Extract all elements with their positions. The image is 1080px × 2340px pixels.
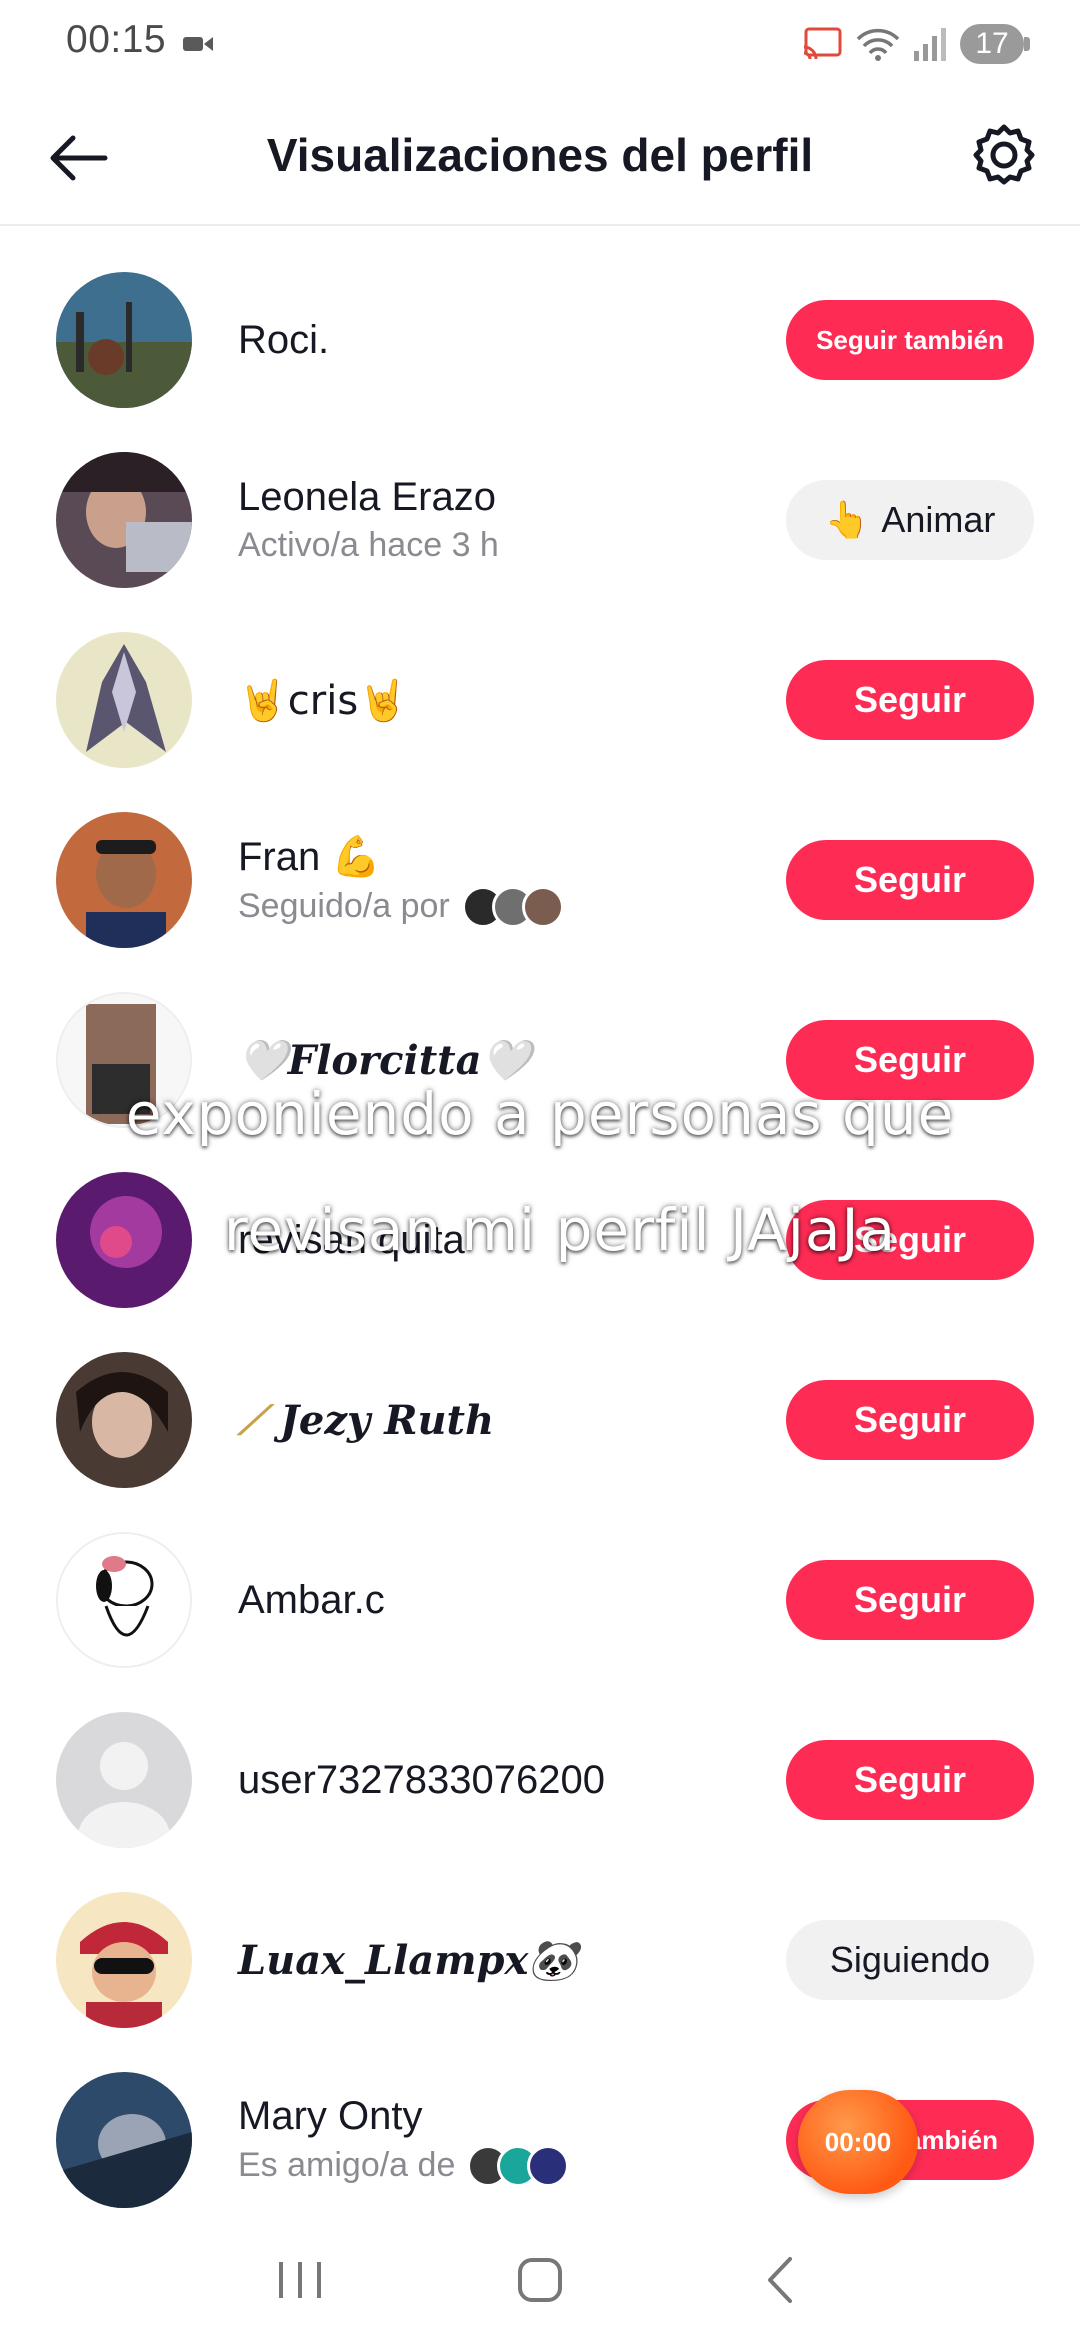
- system-back-button[interactable]: [740, 2240, 820, 2320]
- list-item[interactable]: ⟋ Jezy Ruth Seguir: [0, 1330, 1080, 1510]
- username[interactable]: Mary Onty: [238, 2094, 569, 2139]
- battery-level: 17: [975, 27, 1009, 60]
- username[interactable]: ⟋ Jezy Ruth: [238, 1397, 494, 1444]
- list-item[interactable]: 🤘cris🤘 Seguir: [0, 610, 1080, 790]
- name-block: 🤍Florcitta🤍: [238, 970, 531, 1150]
- friend-of-text: Es amigo/a de: [238, 2146, 456, 2184]
- follow-button[interactable]: Seguir: [786, 660, 1034, 740]
- username[interactable]: Luax_Llampx🐼: [238, 1937, 578, 1984]
- pointing-hand-icon: 👆: [824, 500, 870, 541]
- follow-back-label: ambién: [906, 2124, 998, 2155]
- username[interactable]: Leonela Erazo: [238, 475, 499, 520]
- followed-by: Seguido/a por: [238, 885, 564, 928]
- mini-avatar: [521, 885, 564, 928]
- name-block: Luax_Llampx🐼: [238, 1870, 578, 2050]
- avatar[interactable]: [56, 812, 192, 948]
- list-item[interactable]: Leonela Erazo Activo/a hace 3 h 👆 Animar: [0, 430, 1080, 610]
- following-button[interactable]: Siguiendo: [786, 1920, 1034, 2000]
- signal-icon: [914, 28, 946, 61]
- home-button[interactable]: [500, 2240, 580, 2320]
- avatar[interactable]: [56, 2072, 192, 2208]
- status-icons: 17: [802, 22, 1030, 66]
- followed-by-text: Seguido/a por: [238, 887, 450, 925]
- friend-of: Es amigo/a de: [238, 2144, 570, 2187]
- follow-button[interactable]: Seguir: [786, 1560, 1034, 1640]
- header: Visualizaciones del perfil: [0, 90, 1080, 226]
- system-nav-bar: [0, 2220, 1080, 2340]
- list-item[interactable]: 🤍Florcitta🤍 Seguir: [0, 970, 1080, 1150]
- username[interactable]: 🤘cris🤘: [238, 677, 408, 724]
- status-time: 00:15: [66, 18, 167, 61]
- gear-icon: [973, 124, 1035, 185]
- username[interactable]: 🤍Florcitta🤍: [238, 1037, 531, 1084]
- activity-text: Activo/a hace 3 h: [238, 526, 499, 564]
- status-bar: 00:15 17: [0, 0, 1080, 90]
- list-item[interactable]: Roci. Seguir también: [0, 250, 1080, 430]
- settings-button[interactable]: [966, 116, 1042, 192]
- name-block: Roci.: [238, 250, 329, 430]
- recent-apps-button[interactable]: [260, 2240, 340, 2320]
- list-item[interactable]: Ambar.c Seguir: [0, 1510, 1080, 1690]
- activity-status: Activo/a hace 3 h: [238, 526, 499, 565]
- follow-button[interactable]: Seguir: [786, 840, 1034, 920]
- username[interactable]: Roci.: [238, 318, 329, 363]
- list-item[interactable]: revisan quita Seguir: [0, 1150, 1080, 1330]
- nudge-button[interactable]: 👆 Animar: [786, 480, 1034, 560]
- record-timer-bubble[interactable]: 00:00: [798, 2090, 918, 2194]
- chevron-left-icon: [768, 2257, 792, 2303]
- page-title: Visualizaciones del perfil: [266, 129, 814, 181]
- follow-button[interactable]: Seguir: [786, 1740, 1034, 1820]
- name-block: Mary Onty Es amigo/a de: [238, 2050, 570, 2230]
- name-block: revisan quita: [238, 1150, 465, 1330]
- avatar[interactable]: [56, 1532, 192, 1668]
- name-block: 🤘cris🤘: [238, 610, 408, 790]
- avatar[interactable]: [56, 992, 192, 1128]
- mutual-avatars: [461, 885, 564, 928]
- list-item[interactable]: user7327833076200 Seguir: [0, 1690, 1080, 1870]
- avatar[interactable]: [56, 1172, 192, 1308]
- follow-button[interactable]: Seguir: [786, 1200, 1034, 1280]
- mini-avatar: [527, 2144, 570, 2187]
- avatar[interactable]: [56, 272, 192, 408]
- wifi-icon: [856, 28, 900, 61]
- list-item[interactable]: Fran 💪 Seguido/a por Seguir: [0, 790, 1080, 970]
- username[interactable]: Fran 💪: [238, 833, 564, 880]
- username[interactable]: user7327833076200: [238, 1758, 605, 1803]
- username-text: Jezy Ruth: [279, 1396, 495, 1444]
- name-block: user7327833076200: [238, 1690, 605, 1870]
- name-block: Leonela Erazo Activo/a hace 3 h: [238, 430, 499, 610]
- username[interactable]: Ambar.c: [238, 1578, 385, 1623]
- mutual-avatars: [467, 2144, 570, 2187]
- list-item[interactable]: Mary Onty Es amigo/a de ambién: [0, 2050, 1080, 2230]
- name-block: ⟋ Jezy Ruth: [238, 1330, 494, 1510]
- viewers-list: Roci. Seguir también Leonela Erazo Activ…: [0, 250, 1080, 2230]
- recent-apps-icon: [279, 2262, 321, 2298]
- avatar[interactable]: [56, 632, 192, 768]
- name-block: Fran 💪 Seguido/a por: [238, 790, 564, 970]
- feather-icon: ⟋: [238, 1396, 266, 1444]
- home-icon: [518, 2258, 562, 2302]
- avatar[interactable]: [56, 452, 192, 588]
- follow-back-button[interactable]: Seguir también: [786, 300, 1034, 380]
- avatar[interactable]: [56, 1892, 192, 2028]
- video-camera-icon: [183, 37, 213, 51]
- record-timer-text: 00:00: [824, 2126, 892, 2157]
- follow-button[interactable]: Seguir: [786, 1020, 1034, 1100]
- cast-icon: [803, 27, 842, 60]
- name-block: Ambar.c: [238, 1510, 385, 1690]
- battery-icon: 17: [960, 24, 1030, 64]
- list-item[interactable]: Luax_Llampx🐼 Siguiendo: [0, 1870, 1080, 2050]
- follow-button[interactable]: Seguir: [786, 1380, 1034, 1460]
- avatar[interactable]: [56, 1712, 192, 1848]
- nudge-label: Animar: [881, 499, 996, 540]
- avatar[interactable]: [56, 1352, 192, 1488]
- username[interactable]: revisan quita: [238, 1218, 465, 1263]
